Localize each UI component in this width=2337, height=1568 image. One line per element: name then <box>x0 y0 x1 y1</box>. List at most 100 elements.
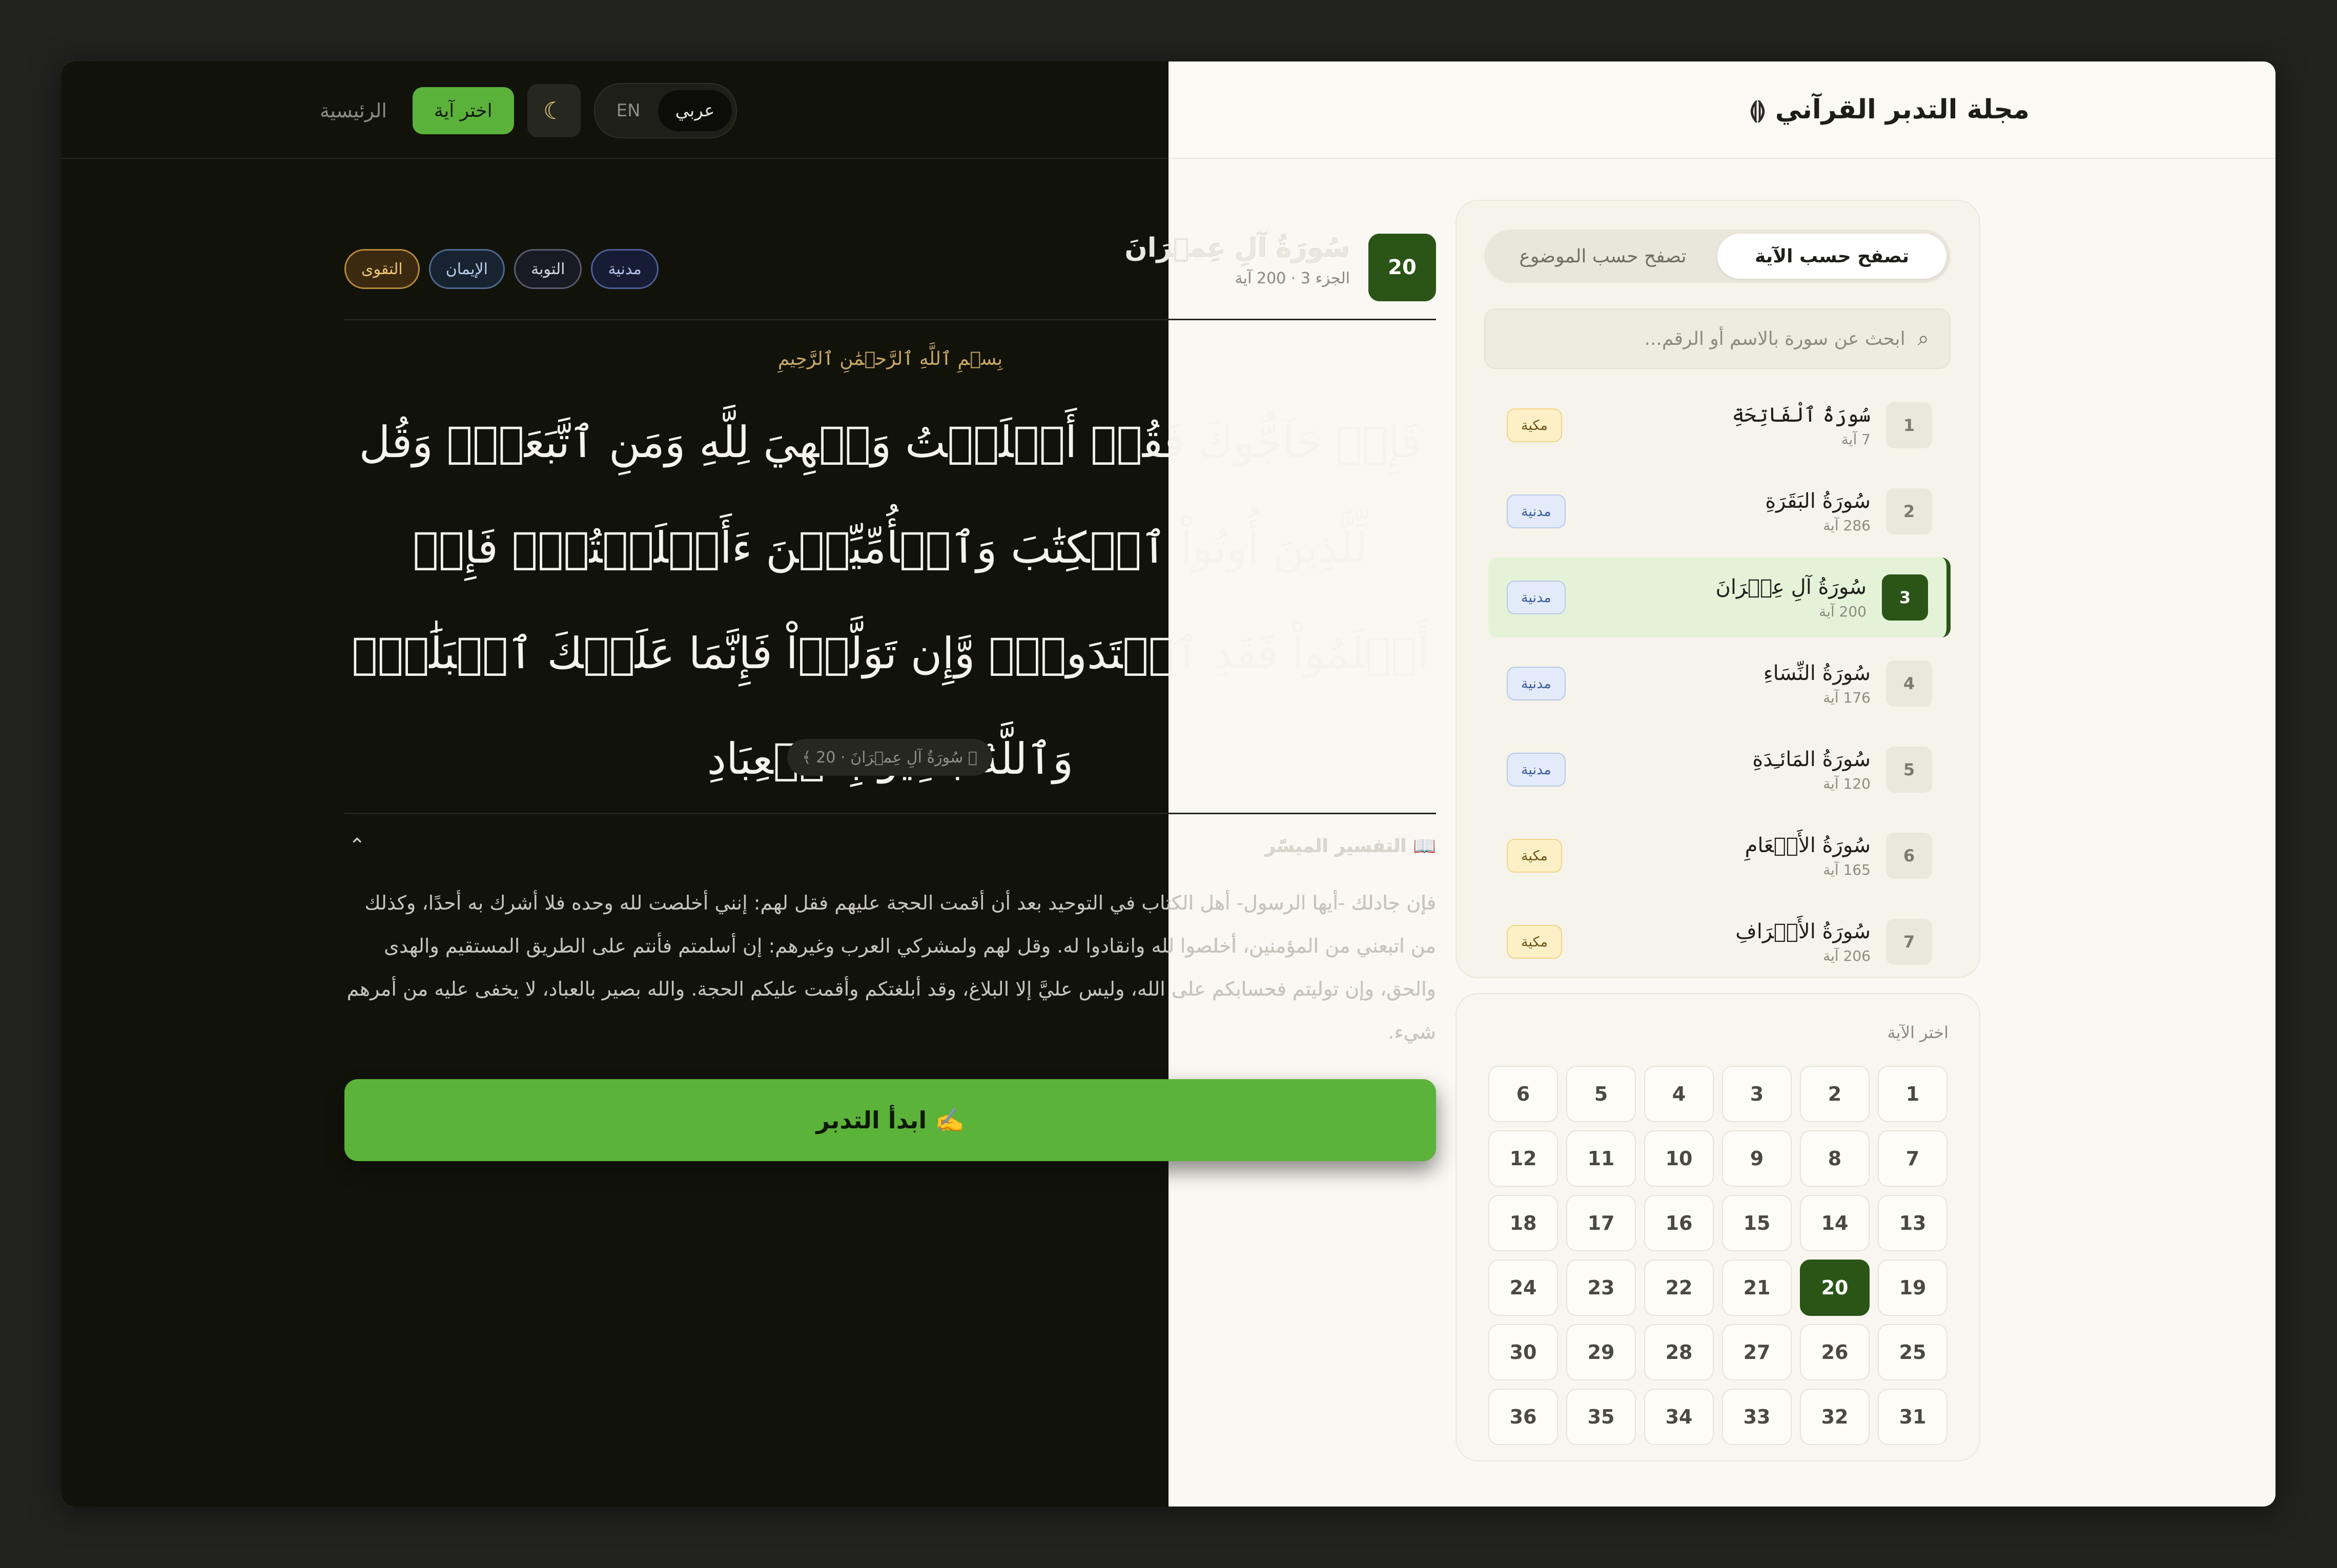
surah-list-name: سُورَةُ الأَعۡرَافِ <box>1735 919 1871 943</box>
ayah-number-button[interactable]: 5 <box>1566 1066 1636 1122</box>
verse-reference: ﴿ سُورَةُ آلِ عِمۡرَانَ · 20 ﴾ <box>787 739 992 776</box>
surah-list-info: سُورَةُ النِّسَاءِ 176 آية <box>1566 662 1871 706</box>
ayah-number-button[interactable]: 8 <box>1800 1130 1870 1187</box>
ayah-number-button[interactable]: 7 <box>1878 1130 1947 1187</box>
surah-list-info: سُورَةُ البَقَرَةِ 286 آية <box>1566 489 1871 534</box>
revelation-type-badge: مكية <box>1507 839 1562 873</box>
revelation-type-badge: مدنية <box>1507 581 1566 614</box>
ayah-number-button[interactable]: 30 <box>1488 1324 1558 1380</box>
revelation-type-badge: مكية <box>1507 408 1562 442</box>
ayah-number-button[interactable]: 4 <box>1644 1066 1714 1122</box>
divider <box>344 319 1436 320</box>
ayah-number-button[interactable]: 26 <box>1800 1324 1870 1380</box>
ayah-number-button[interactable]: 11 <box>1566 1130 1636 1187</box>
surah-meta: الجزء 3 · 200 آية <box>1235 270 1350 287</box>
surah-list-number: 2 <box>1886 488 1932 534</box>
tag-tawba[interactable]: التوبة <box>514 249 582 289</box>
ayah-number-button[interactable]: 17 <box>1566 1195 1636 1251</box>
ayah-number-button[interactable]: 34 <box>1644 1389 1714 1445</box>
ayah-number-button[interactable]: 21 <box>1722 1260 1792 1316</box>
ayah-number-button[interactable]: 27 <box>1722 1324 1792 1380</box>
ayah-number-button[interactable]: 12 <box>1488 1130 1558 1187</box>
surah-list-count: 206 آية <box>1823 947 1871 964</box>
ayah-number-button[interactable]: 36 <box>1488 1389 1558 1445</box>
basmala: بِسۡمِ ٱللَّهِ ٱلرَّحۡمَٰنِ ٱلرَّحِيمِ <box>777 348 1003 369</box>
topic-tags: التقوى الإيمان التوبة مدنية <box>344 249 659 289</box>
tag-madani[interactable]: مدنية <box>591 249 659 289</box>
surah-list-number: 6 <box>1886 833 1932 879</box>
ayah-number-button[interactable]: 35 <box>1566 1389 1636 1445</box>
tafsir-title: 📖 التفسير الميسّر <box>1265 836 1436 857</box>
ayah-number-button[interactable]: 23 <box>1566 1260 1636 1316</box>
ayah-number-button[interactable]: 33 <box>1722 1389 1792 1445</box>
app-window: 20 سُورَةُ آلِ عِمۡرَانَ الجزء 3 · 200 آ… <box>61 61 2276 1507</box>
surah-list-count: 120 آية <box>1823 775 1871 792</box>
revelation-type-badge: مدنية <box>1507 494 1566 528</box>
surah-browser: تصفح حسب الآية تصفح حسب الموضوع ⌕ ابحث ع… <box>1455 200 1980 978</box>
surah-list-number: 7 <box>1886 919 1932 965</box>
ayah-number-button[interactable]: 6 <box>1488 1066 1558 1122</box>
surah-list-name: سُورَةُ الأَنۡعَامِ <box>1745 833 1871 857</box>
browse-tabs: تصفح حسب الآية تصفح حسب الموضوع <box>1484 230 1951 283</box>
brand: مجلة التدبر القرآني ⟬⟭ <box>1749 88 2029 131</box>
ayah-number-button[interactable]: 2 <box>1800 1066 1870 1122</box>
tab-by-topic[interactable]: تصفح حسب الموضوع <box>1488 234 1717 279</box>
brand-title: مجلة التدبر القرآني <box>1775 94 2029 125</box>
surah-list-item[interactable]: 4 سُورَةُ النِّسَاءِ 176 آية مدنية <box>1488 644 1951 724</box>
ayah-number-button[interactable]: 1 <box>1878 1066 1947 1122</box>
ayah-grid: 1 2 3 4 5 6 7 8 9 10 11 12 13 14 15 16 17 18 19 20 21 22 23 24 2… <box>1488 1066 1947 1445</box>
chevron-up-icon[interactable]: ⌃ <box>348 834 366 858</box>
ayah-number-button[interactable]: 13 <box>1878 1195 1947 1251</box>
surah-list-count: 165 آية <box>1823 861 1871 878</box>
ayah-number-button[interactable]: 32 <box>1800 1389 1870 1445</box>
ayah-number-button[interactable]: 28 <box>1644 1324 1714 1380</box>
surah-header: 20 سُورَةُ آلِ عِمۡرَانَ الجزء 3 · 200 آ… <box>344 224 1436 317</box>
divider <box>344 813 1436 814</box>
ayah-number-button[interactable]: 16 <box>1644 1195 1714 1251</box>
surah-list-name: سُورَةُ المَائـِدَةِ <box>1752 747 1871 771</box>
surah-list-item[interactable]: 5 سُورَةُ المَائـِدَةِ 120 آية مدنية <box>1488 730 1951 810</box>
tag-taqwa[interactable]: التقوى <box>344 249 420 289</box>
surah-list-info: سُورَةُ آلِ عِمۡرَانَ 200 آية <box>1566 575 1867 620</box>
surah-title-block: سُورَةُ آلِ عِمۡرَانَ الجزء 3 · 200 آية <box>1124 233 1350 287</box>
ayah-number-button[interactable]: 3 <box>1722 1066 1792 1122</box>
surah-list-number: 4 <box>1886 661 1932 707</box>
tab-by-ayah[interactable]: تصفح حسب الآية <box>1717 234 1946 279</box>
dark-theme-panel: الرئيسية اختر آية ☾ عربي EN 20 سُورَةُ آ… <box>61 61 1436 1507</box>
ayah-number-button[interactable]: 14 <box>1800 1195 1870 1251</box>
surah-list-item[interactable]: 2 سُورَةُ البَقَرَةِ 286 آية مدنية <box>1488 471 1951 551</box>
surah-list-info: سُورَةُ الأَنۡعَامِ 165 آية <box>1562 834 1871 878</box>
surah-list: 1 سُورَةُ ٱلْفَاتِحَةِ 7 آية مكية 2 سُورَةُ ا… <box>1488 385 1951 977</box>
tafsir-text: فإن جادلك -أيها الرسول- أهل الكتاب في ال… <box>346 892 1436 1043</box>
ayah-number-button[interactable]: 22 <box>1644 1260 1714 1316</box>
revelation-type-badge: مدنية <box>1507 667 1566 700</box>
ayah-number-button[interactable]: 9 <box>1722 1130 1792 1187</box>
surah-list-number: 5 <box>1886 747 1932 793</box>
ayah-number-button[interactable]: 18 <box>1488 1195 1558 1251</box>
surah-number-badge: 20 <box>1368 234 1436 301</box>
ayah-picker: اختر الآية 1 2 3 4 5 6 7 8 9 10 11 12 13 14 15 16 17 18 19… <box>1455 993 1980 1461</box>
surah-list-count: 286 آية <box>1823 517 1871 534</box>
ayah-number-button[interactable]: 19 <box>1878 1260 1947 1316</box>
surah-list-item[interactable]: 6 سُورَةُ الأَنۡعَامِ 165 آية مكية <box>1488 816 1951 896</box>
search-input[interactable]: ابحث عن سورة بالاسم أو الرقم... <box>1645 328 1905 349</box>
surah-list-name: سُورَةُ البَقَرَةِ <box>1765 489 1871 513</box>
surah-search[interactable]: ⌕ ابحث عن سورة بالاسم أو الرقم... <box>1484 308 1951 369</box>
surah-name: سُورَةُ آلِ عِمۡرَانَ <box>1124 233 1350 263</box>
tag-iman[interactable]: الإيمان <box>428 249 505 289</box>
ayah-number-button[interactable]: 25 <box>1878 1324 1947 1380</box>
surah-list-name: سُورَةُ آلِ عِمۡرَانَ <box>1715 575 1867 599</box>
ayah-number-button[interactable]: 15 <box>1722 1195 1792 1251</box>
start-reflection-button[interactable]: ✍️ ابدأ التدبر <box>344 1079 1436 1161</box>
surah-list-item[interactable]: 7 سُورَةُ الأَعۡرَافِ 206 آية مكية <box>1488 902 1951 977</box>
ayah-number-button[interactable]: 20 <box>1800 1260 1870 1316</box>
revelation-type-badge: مدنية <box>1507 753 1566 787</box>
ayah-number-button[interactable]: 10 <box>1644 1130 1714 1187</box>
ayah-number-button[interactable]: 31 <box>1878 1389 1947 1445</box>
surah-list-item[interactable]: 3 سُورَةُ آلِ عِمۡرَانَ 200 آية مدنية <box>1488 558 1951 637</box>
ayah-number-button[interactable]: 29 <box>1566 1324 1636 1380</box>
surah-list-item[interactable]: 1 سُورَةُ ٱلْفَاتِحَةِ 7 آية مكية <box>1488 385 1951 465</box>
surah-list-info: سُورَةُ ٱلْفَاتِحَةِ 7 آية <box>1562 403 1871 448</box>
ayah-number-button[interactable]: 24 <box>1488 1260 1558 1316</box>
surah-list-number: 1 <box>1886 402 1932 448</box>
